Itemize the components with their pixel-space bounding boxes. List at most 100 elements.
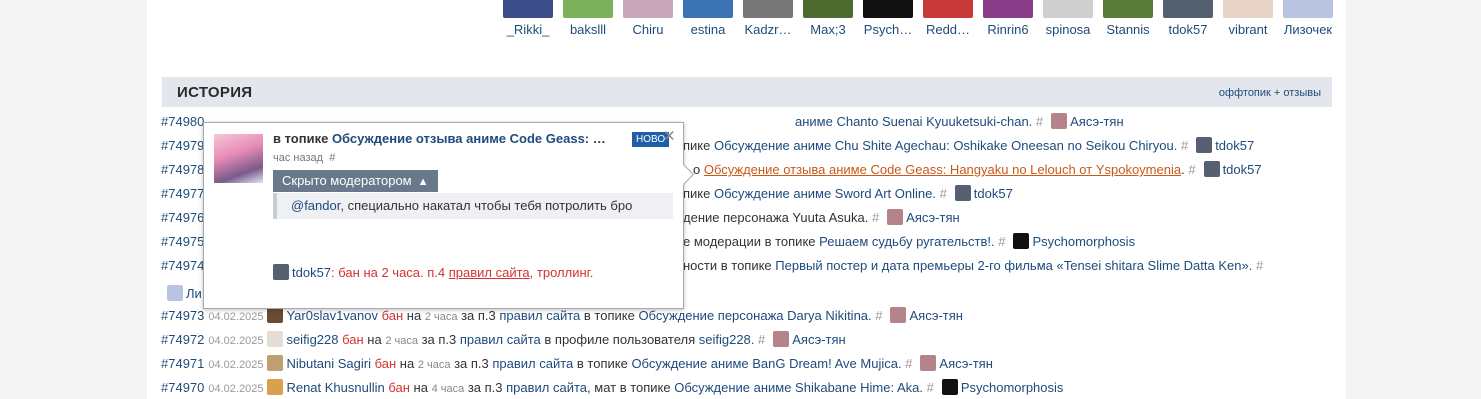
avatar[interactable] [623,0,673,18]
user-name-link[interactable]: _Rikki_ [498,22,558,37]
avatar[interactable] [1043,0,1093,18]
user-card[interactable]: tdok57 [1158,0,1218,37]
user-card[interactable]: Psych… [858,0,918,37]
user-link[interactable]: Nibutani Sagiri [286,356,371,371]
entry-number-link[interactable]: #74973 [161,308,204,323]
avatar[interactable] [214,134,263,183]
user-name-link[interactable]: Kadzr… [738,22,798,37]
moderator-avatar-icon[interactable] [773,331,790,347]
user-link[interactable]: Yar0slav1vanov [286,308,378,323]
rules-link[interactable]: правил сайта [492,356,573,371]
hash-link[interactable]: # [902,356,912,371]
popup-time-text[interactable]: час назад [273,152,323,164]
topic-link[interactable]: Обсуждение персонажа Darya Nikitina. [638,308,871,323]
avatar[interactable] [863,0,913,18]
popup-hash[interactable]: # [329,152,335,164]
user-card[interactable]: Stannis [1098,0,1158,37]
hash-link[interactable]: # [1177,138,1188,153]
avatar[interactable] [1103,0,1153,18]
rules-link[interactable]: правил сайта [449,265,530,280]
hash-link[interactable]: # [754,332,765,347]
user-card[interactable]: Redd… [918,0,978,37]
user-name-link[interactable]: Chiru [618,22,678,37]
avatar[interactable] [1163,0,1213,18]
avatar[interactable] [803,0,853,18]
moderator-link[interactable]: Psychomorphosis [961,380,1064,395]
rules-link[interactable]: правил сайта [506,380,587,395]
moderator-avatar-icon[interactable] [954,185,971,201]
entry-number-link[interactable]: #74979 [161,138,204,153]
moderator-link[interactable]: Аясэ-тян [792,332,846,347]
moderator-avatar-icon[interactable] [167,285,183,301]
avatar[interactable] [983,0,1033,18]
user-name-link[interactable]: vibrant [1218,22,1278,37]
user-card[interactable]: Kadzr… [738,0,798,37]
user-name-link[interactable]: Max;3 [798,22,858,37]
user-name-link[interactable]: Stannis [1098,22,1158,37]
moderator-link[interactable]: Аясэ-тян [906,210,960,225]
avatar[interactable] [743,0,793,18]
topic-link[interactable]: Обсуждение аниме BanG Dream! Ave Mujica. [631,356,901,371]
rules-link[interactable]: правил сайта [499,308,580,323]
user-avatar-icon[interactable] [267,307,284,323]
entry-number-link[interactable]: #74971 [161,356,204,371]
avatar[interactable] [503,0,553,18]
user-name-link[interactable]: spinosa [1038,22,1098,37]
user-avatar-icon[interactable] [267,379,284,395]
moderator-link[interactable]: tdok57 [974,186,1013,201]
history-filter-link[interactable]: оффтопик + отзывы [1219,87,1321,99]
user-name-link[interactable]: Psych… [858,22,918,37]
avatar[interactable] [563,0,613,18]
entry-number-link[interactable]: #74972 [161,332,204,347]
user-name-link[interactable]: Redd… [918,22,978,37]
rules-link[interactable]: правил сайта [460,332,541,347]
hash-link[interactable]: # [868,210,879,225]
entry-number-link[interactable]: #74975 [161,234,204,249]
hash-link[interactable]: # [1032,114,1043,129]
moderator-avatar-icon[interactable] [1051,113,1068,129]
entry-number-link[interactable]: #74970 [161,380,204,395]
user-card[interactable]: _Rikki_ [498,0,558,37]
avatar[interactable] [923,0,973,18]
user-card[interactable]: Лизочек [1278,0,1338,37]
user-name-link[interactable]: bakslll [558,22,618,37]
hash-link[interactable]: # [923,380,934,395]
hash-link[interactable]: # [995,234,1005,249]
moderator-link[interactable]: Ли [186,286,202,301]
topic-link[interactable]: Обсуждение аниме Chu Shite Agechau: Oshi… [714,138,1177,153]
user-avatar-icon[interactable] [267,355,284,371]
user-card[interactable]: Max;3 [798,0,858,37]
moderator-link[interactable]: Аясэ-тян [909,308,963,323]
user-card[interactable]: vibrant [1218,0,1278,37]
user-card[interactable]: Chiru [618,0,678,37]
topic-link[interactable]: seifig228. [699,332,755,347]
user-name-link[interactable]: Лизочек [1278,22,1338,37]
entry-number-link[interactable]: #74977 [161,186,204,201]
topic-link[interactable]: Первый постер и дата премьеры 2-го фильм… [775,258,1252,273]
moderator-link[interactable]: Psychomorphosis [1032,234,1135,249]
avatar[interactable] [683,0,733,18]
moderator-link[interactable]: tdok57 [1223,162,1262,177]
topic-link[interactable]: аниме Chanto Suenai Kyuuketsuki-chan. [795,114,1032,129]
mention-link[interactable]: @fandor [291,198,340,213]
hash-link[interactable]: # [1252,258,1263,273]
moderator-link[interactable]: tdok57 [292,265,331,280]
moderator-avatar-icon[interactable] [890,307,907,323]
hash-link[interactable]: # [1185,162,1195,177]
topic-link[interactable]: Обсуждение отзыва аниме Code Geass: Hang… [704,162,1181,177]
user-card[interactable]: estina [678,0,738,37]
user-card[interactable]: bakslll [558,0,618,37]
entry-number-link[interactable]: #74978 [161,162,204,177]
avatar[interactable] [1283,0,1333,18]
entry-number-link[interactable]: #74976 [161,210,204,225]
user-avatar-icon[interactable] [267,331,284,347]
moderator-avatar-icon[interactable] [1196,137,1213,153]
user-link[interactable]: Renat Khusnullin [286,380,384,395]
avatar[interactable] [1223,0,1273,18]
popup-topic-link[interactable]: Обсуждение отзыва аниме Code Geass: Hang… [332,131,613,146]
user-card[interactable]: spinosa [1038,0,1098,37]
entry-number-link[interactable]: #74974 [161,258,204,273]
moderator-avatar-icon[interactable] [273,264,289,280]
topic-link[interactable]: Обсуждение аниме Sword Art Online. [714,186,936,201]
close-icon[interactable]: ✕ [663,127,676,145]
